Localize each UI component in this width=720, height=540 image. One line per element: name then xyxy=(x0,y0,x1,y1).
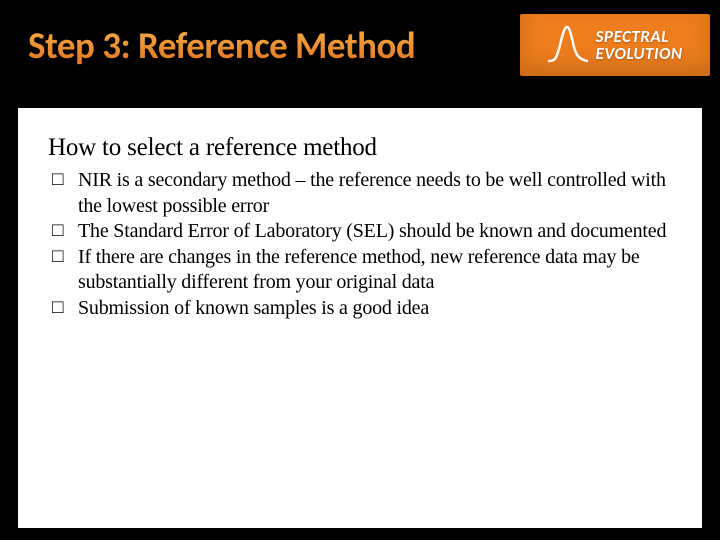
spectrum-curve-icon xyxy=(547,23,589,67)
brand-logo-text: SPECTRAL EVOLUTION xyxy=(595,28,682,62)
list-item: If there are changes in the reference me… xyxy=(52,245,672,296)
list-item: Submission of known samples is a good id… xyxy=(52,296,672,322)
list-item: The Standard Error of Laboratory (SEL) s… xyxy=(52,219,672,245)
list-item: NIR is a secondary method – the referenc… xyxy=(52,168,672,219)
content-subheading: How to select a reference method xyxy=(48,134,672,162)
brand-logo: SPECTRAL EVOLUTION xyxy=(520,14,710,76)
slide-body: How to select a reference method NIR is … xyxy=(18,108,702,528)
bullet-list: NIR is a secondary method – the referenc… xyxy=(48,168,672,322)
brand-line-2: EVOLUTION xyxy=(595,45,682,62)
title-bar: Step 3: Reference Method SPECTRAL EVOLUT… xyxy=(0,0,720,90)
slide-title: Step 3: Reference Method xyxy=(28,23,415,68)
